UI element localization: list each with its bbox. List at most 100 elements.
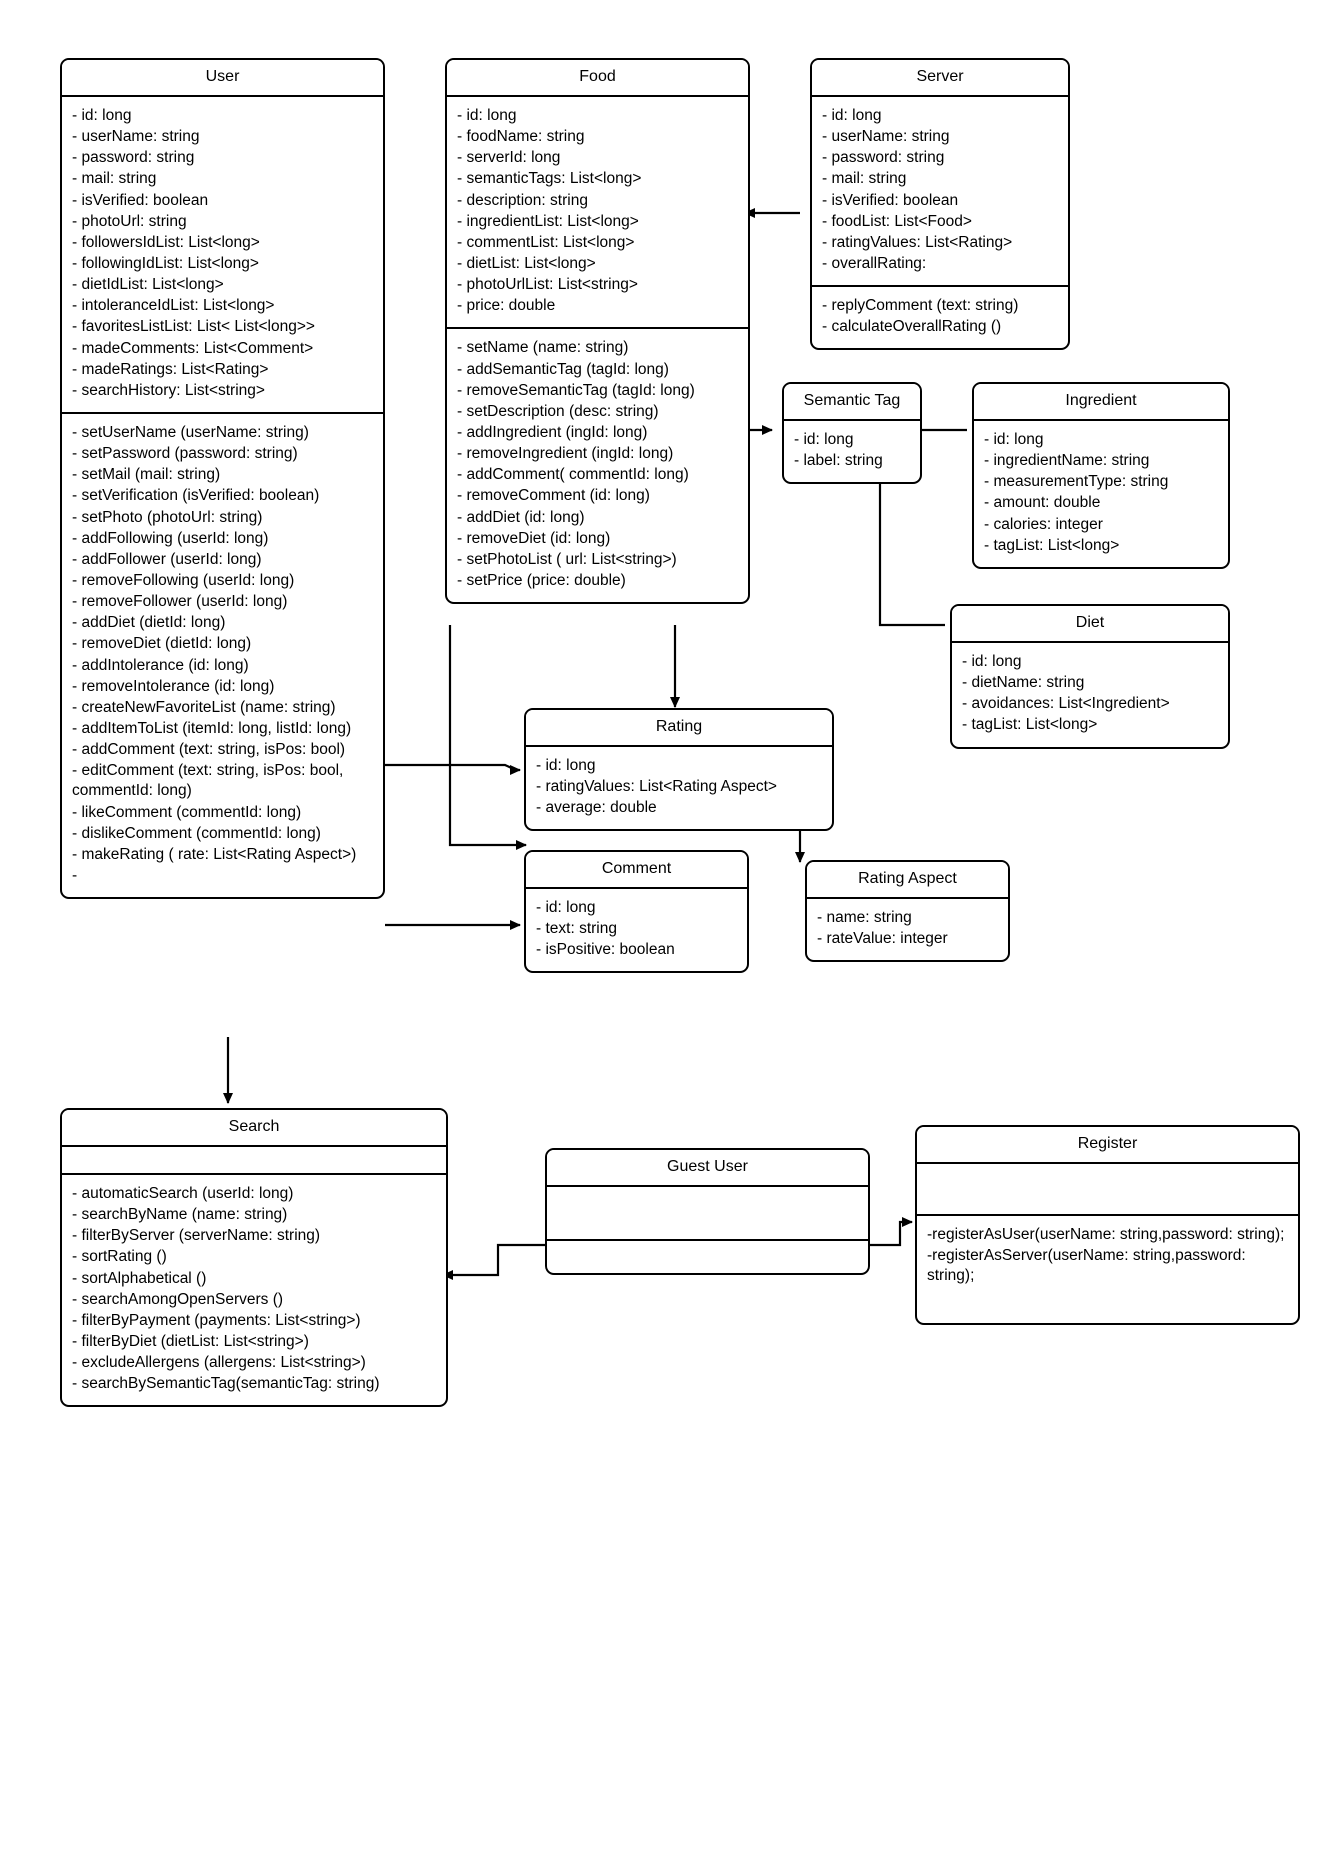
method-row: - removeFollowing (userId: long) xyxy=(72,571,295,589)
method-row: - setPrice (price: double) xyxy=(457,571,626,589)
attribute-row: - amount: double xyxy=(984,494,1101,512)
class-attributes-search xyxy=(62,1147,446,1173)
attribute-row: - tagList: List<long> xyxy=(984,536,1120,554)
class-methods-server: - replyComment (text: string) - calculat… xyxy=(812,285,1068,348)
class-title-search: Search xyxy=(62,1110,446,1147)
method-row: - removeDiet (id: long) xyxy=(457,529,611,547)
class-attributes-server: - id: long - userName: string - password… xyxy=(812,97,1068,285)
attribute-row: - password: string xyxy=(822,149,945,167)
class-attributes-register xyxy=(917,1164,1298,1214)
attribute-row: - serverId: long xyxy=(457,149,561,167)
attribute-row: - id: long xyxy=(822,107,882,124)
attribute-row: - photoUrlList: List<string> xyxy=(457,276,638,294)
method-row: - addIngredient (ingId: long) xyxy=(457,423,648,441)
attribute-row: - avoidances: List<Ingredient> xyxy=(962,695,1170,713)
class-box-diet[interactable]: Diet - id: long - dietName: string - avo… xyxy=(950,604,1230,749)
connector-food-comment xyxy=(448,625,527,850)
class-box-rating[interactable]: Rating - id: long - ratingValues: List<R… xyxy=(524,708,834,832)
class-title-food: Food xyxy=(447,60,748,97)
method-row: - replyComment (text: string) xyxy=(822,297,1019,315)
attribute-row: - isVerified: boolean xyxy=(72,191,209,209)
method-row: - sortRating () xyxy=(72,1248,167,1266)
attribute-row: - id: long xyxy=(536,757,596,774)
method-row: - calculateOverallRating () xyxy=(822,318,1002,336)
attribute-row: - calories: integer xyxy=(984,515,1103,533)
class-box-comment[interactable]: Comment - id: long - text: string - isPo… xyxy=(524,850,749,974)
method-row: - setDescription (desc: string) xyxy=(457,402,659,420)
attribute-row: - photoUrl: string xyxy=(72,212,187,230)
class-title-register: Register xyxy=(917,1127,1298,1164)
attribute-row: - overallRating: xyxy=(822,254,927,272)
method-row: - removeIntolerance (id: long) xyxy=(72,677,275,695)
class-attributes-rating: - id: long - ratingValues: List<Rating A… xyxy=(526,747,832,829)
method-row: - sortAlphabetical () xyxy=(72,1269,207,1287)
method-row: - setUserName (userName: string) xyxy=(72,423,309,441)
attribute-row: - userName: string xyxy=(72,128,200,146)
class-box-semantic-tag[interactable]: Semantic Tag - id: long - label: string xyxy=(782,382,922,485)
attribute-row: - dietList: List<long> xyxy=(457,254,596,272)
method-row: - searchBySemanticTag(semanticTag: strin… xyxy=(72,1375,380,1393)
method-row: - addComment( commentId: long) xyxy=(457,466,689,484)
method-row: - addIntolerance (id: long) xyxy=(72,656,249,674)
class-title-rating-aspect: Rating Aspect xyxy=(807,862,1008,899)
method-row: - setPassword (password: string) xyxy=(72,445,298,463)
class-title-semantic-tag: Semantic Tag xyxy=(784,384,920,421)
method-row: -registerAsServer(userName: string,passw… xyxy=(927,1247,1246,1285)
class-box-register[interactable]: Register -registerAsUser(userName: strin… xyxy=(915,1125,1300,1325)
attribute-row: - password: string xyxy=(72,149,195,167)
attribute-row: - isVerified: boolean xyxy=(822,191,959,209)
class-title-ingredient: Ingredient xyxy=(974,384,1228,421)
class-methods-food: - setName (name: string) - addSemanticTa… xyxy=(447,327,748,602)
method-row: - setMail (mail: string) xyxy=(72,466,221,484)
attribute-row: - favoritesListList: List< List<long>> xyxy=(72,318,315,336)
attribute-row: - userName: string xyxy=(822,128,950,146)
method-row: -registerAsUser(userName: string,passwor… xyxy=(927,1226,1285,1243)
class-methods-user: - setUserName (userName: string) - setPa… xyxy=(62,411,383,897)
attribute-row: - mail: string xyxy=(822,170,907,188)
attribute-row: - name: string xyxy=(817,909,912,926)
method-row: - dislikeComment (commentId: long) xyxy=(72,824,321,842)
class-methods-register: -registerAsUser(userName: string,passwor… xyxy=(917,1214,1298,1323)
attribute-row: - commentList: List<long> xyxy=(457,233,635,251)
class-attributes-guest-user xyxy=(547,1187,868,1239)
class-box-rating-aspect[interactable]: Rating Aspect - name: string - rateValue… xyxy=(805,860,1010,963)
class-methods-guest-user xyxy=(547,1239,868,1273)
class-attributes-semantic-tag: - id: long - label: string xyxy=(784,421,920,482)
class-title-user: User xyxy=(62,60,383,97)
class-box-search[interactable]: Search - automaticSearch (userId: long) … xyxy=(60,1108,448,1408)
method-row: - addFollowing (userId: long) xyxy=(72,529,269,547)
class-box-guest-user[interactable]: Guest User xyxy=(545,1148,870,1275)
attribute-row: - text: string xyxy=(536,920,617,938)
method-row: - filterByServer (serverName: string) xyxy=(72,1227,321,1245)
attribute-row: - label: string xyxy=(794,452,883,470)
attribute-row: - id: long xyxy=(536,899,596,916)
class-box-user[interactable]: User - id: long - userName: string - pas… xyxy=(60,58,385,900)
method-row: - removeDiet (dietId: long) xyxy=(72,635,252,653)
class-box-food[interactable]: Food - id: long - foodName: string - ser… xyxy=(445,58,750,605)
class-attributes-user: - id: long - userName: string - password… xyxy=(62,97,383,412)
method-row: - searchByName (name: string) xyxy=(72,1206,288,1224)
method-row: - searchAmongOpenServers () xyxy=(72,1290,284,1308)
connector-user-rating xyxy=(385,763,521,775)
attribute-row: - foodName: string xyxy=(457,128,585,146)
class-attributes-comment: - id: long - text: string - isPositive: … xyxy=(526,889,747,971)
class-box-ingredient[interactable]: Ingredient - id: long - ingredientName: … xyxy=(972,382,1230,569)
attribute-row: - id: long xyxy=(984,431,1044,448)
attribute-row: - dietIdList: List<long> xyxy=(72,276,224,294)
method-row: - removeSemanticTag (tagId: long) xyxy=(457,381,695,399)
uml-diagram-canvas: User - id: long - userName: string - pas… xyxy=(0,0,1323,1869)
attribute-row: - rateValue: integer xyxy=(817,930,948,948)
attribute-row: - id: long xyxy=(794,431,854,448)
attribute-row: - id: long xyxy=(962,653,1022,670)
method-row: - excludeAllergens (allergens: List<stri… xyxy=(72,1354,366,1372)
attribute-row: - ingredientList: List<long> xyxy=(457,212,639,230)
attribute-row: - id: long xyxy=(72,107,132,124)
class-box-server[interactable]: Server - id: long - userName: string - p… xyxy=(810,58,1070,351)
class-title-guest-user: Guest User xyxy=(547,1150,868,1187)
attribute-row: - measurementType: string xyxy=(984,473,1169,491)
method-row: - setVerification (isVerified: boolean) xyxy=(72,487,320,505)
attribute-row: - ratingValues: List<Rating> xyxy=(822,233,1013,251)
attribute-row: - description: string xyxy=(457,191,588,209)
method-row: - filterByPayment (payments: List<string… xyxy=(72,1311,361,1329)
method-row: - removeComment (id: long) xyxy=(457,487,650,505)
